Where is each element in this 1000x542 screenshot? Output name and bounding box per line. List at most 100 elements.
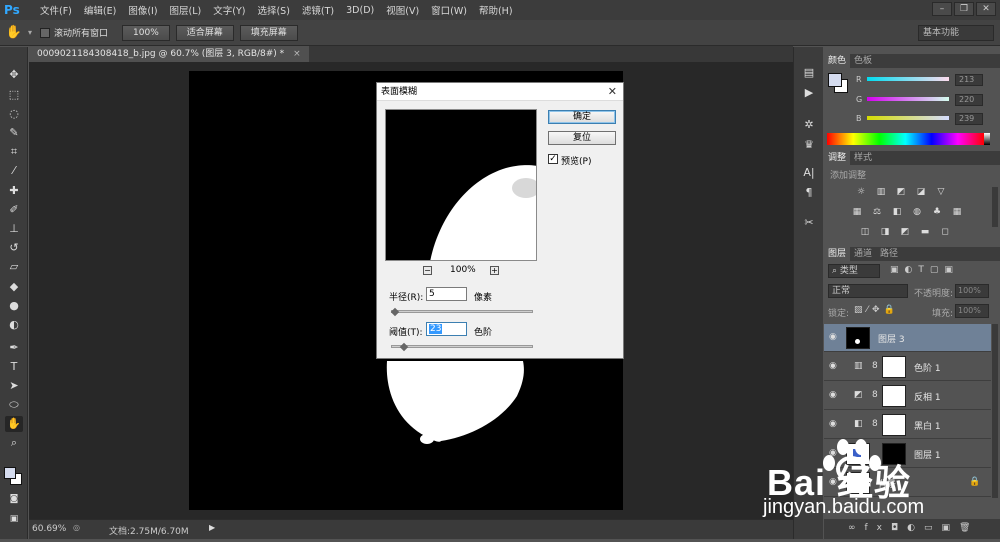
eye-icon[interactable]: ◉ (829, 361, 839, 371)
b-value[interactable]: 239 (955, 113, 983, 125)
blend-mode-select[interactable]: 正常 (828, 284, 908, 298)
threshold-icon[interactable]: ◩ (898, 226, 912, 238)
close-icon[interactable]: ✕ (608, 85, 617, 98)
lock-icons[interactable]: ▨⁄✥🔒 (854, 305, 899, 315)
paint-bucket-tool-icon[interactable]: ◆ (5, 279, 23, 295)
color-spectrum[interactable] (827, 133, 984, 145)
gradient-map-icon[interactable]: ▬ (918, 226, 932, 238)
move-tool-icon[interactable]: ✥ (5, 67, 23, 83)
tool-preset-arrow-icon[interactable]: ▾ (28, 28, 32, 37)
quick-select-tool-icon[interactable]: ✎ (5, 125, 23, 141)
foreground-color-swatch[interactable] (4, 467, 16, 479)
exposure-icon[interactable]: ◪ (914, 186, 928, 198)
eyedropper-tool-icon[interactable]: ⁄ (5, 163, 23, 179)
tab-color[interactable]: 颜色 (824, 54, 851, 68)
history-brush-tool-icon[interactable]: ↺ (5, 240, 23, 256)
g-slider[interactable] (867, 97, 949, 101)
clone-source-panel-icon[interactable]: ♛ (800, 137, 818, 153)
ok-button[interactable]: 确定 (548, 110, 616, 124)
blur-tool-icon[interactable]: ● (5, 298, 23, 314)
crop-tool-icon[interactable]: ⌗ (5, 144, 23, 160)
adjust-panel-scrollbar[interactable] (992, 187, 998, 227)
fill-screen-button[interactable]: 填充屏幕 (239, 24, 298, 41)
color-bw-ramp[interactable] (984, 133, 990, 145)
preview-zoom-in-icon[interactable]: + (490, 266, 499, 275)
reset-button[interactable]: 复位 (548, 131, 616, 145)
threshold-slider[interactable] (391, 345, 533, 348)
minimize-icon[interactable]: – (932, 2, 952, 16)
menu-view[interactable]: 视图(V) (380, 3, 425, 17)
lasso-tool-icon[interactable]: ◌ (5, 106, 23, 122)
path-select-tool-icon[interactable]: ➤ (5, 378, 23, 394)
radius-slider[interactable] (391, 310, 533, 313)
restore-icon[interactable]: ❐ (954, 2, 974, 16)
tab-styles[interactable]: 样式 (850, 151, 876, 165)
marquee-tool-icon[interactable]: ⬚ (5, 87, 23, 103)
zoom-100-button[interactable]: 100% (122, 24, 170, 41)
scroll-all-checkbox[interactable] (40, 27, 51, 38)
layer-row-3[interactable]: ◉ 图层 3 (824, 324, 991, 352)
brush-panel-icon[interactable]: ✲ (800, 117, 818, 133)
brush-tool-icon[interactable]: ✐ (5, 202, 23, 218)
fit-screen-button[interactable]: 适合屏幕 (175, 24, 234, 41)
menu-window[interactable]: 窗口(W) (425, 3, 473, 17)
photo-filter-icon[interactable]: ◍ (910, 206, 924, 218)
menu-image[interactable]: 图像(I) (122, 3, 163, 17)
hand-tool-button-icon[interactable]: ✋ (5, 416, 23, 432)
tab-adjustments[interactable]: 调整 (824, 151, 851, 165)
layer-row-levels[interactable]: ◉ ▥ 8 色阶 1 (824, 353, 991, 381)
eye-icon[interactable]: ◉ (829, 390, 839, 400)
screen-mode-icon[interactable]: ▣ (5, 511, 23, 527)
brightness-icon[interactable]: ☼ (854, 186, 868, 198)
zoom-readout[interactable]: 60.69% (32, 524, 66, 534)
color-fg-swatch[interactable] (828, 73, 842, 87)
eye-icon[interactable]: ◉ (829, 332, 839, 342)
filter-preview[interactable] (385, 109, 537, 261)
eye-icon[interactable]: ◉ (829, 419, 839, 429)
opacity-input[interactable]: 100% (955, 284, 989, 298)
workspace-select[interactable]: 基本功能 (918, 25, 994, 41)
pen-tool-icon[interactable]: ✒ (5, 340, 23, 356)
channel-mixer-icon[interactable]: ♣ (930, 206, 944, 218)
tab-channels[interactable]: 通道 (850, 247, 876, 261)
preview-zoom-out-icon[interactable]: − (423, 266, 432, 275)
levels-icon[interactable]: ▥ (874, 186, 888, 198)
actions-panel-icon[interactable]: ▶ (800, 85, 818, 101)
layer-filter-select[interactable]: ⌕ 类型 (828, 264, 880, 278)
type-tool-icon[interactable]: T (5, 359, 23, 375)
r-slider[interactable] (867, 77, 949, 81)
document-tab[interactable]: 0009021184308418_b.jpg @ 60.7% (图层 3, RG… (29, 46, 309, 62)
b-slider[interactable] (867, 116, 949, 120)
selective-color-icon[interactable]: ◻ (938, 226, 952, 238)
r-value[interactable]: 213 (955, 74, 983, 86)
stamp-tool-icon[interactable]: ⊥ (5, 221, 23, 237)
quick-mask-icon[interactable]: ◙ (5, 491, 23, 507)
black-white-icon[interactable]: ◧ (890, 206, 904, 218)
menu-select[interactable]: 选择(S) (251, 3, 295, 17)
zoom-tool-icon[interactable]: ⌕ (5, 435, 23, 451)
posterize-icon[interactable]: ◨ (878, 226, 892, 238)
shape-tool-icon[interactable]: ⬭ (5, 397, 23, 413)
status-menu-arrow-icon[interactable]: ▶ (209, 523, 215, 532)
vibrance-icon[interactable]: ▽ (934, 186, 948, 198)
hue-saturation-icon[interactable]: ▦ (850, 206, 864, 218)
menu-filter[interactable]: 滤镜(T) (296, 3, 340, 17)
history-panel-icon[interactable]: ▤ (800, 65, 818, 81)
menu-help[interactable]: 帮助(H) (473, 3, 519, 17)
tab-layers[interactable]: 图层 (824, 247, 851, 261)
paragraph-panel-icon[interactable]: ¶ (800, 185, 818, 201)
radius-input[interactable]: 5 (426, 287, 467, 301)
tool-presets-panel-icon[interactable]: ✂ (800, 215, 818, 231)
eraser-tool-icon[interactable]: ▱ (5, 259, 23, 275)
status-info-icon[interactable]: ◎ (73, 523, 80, 532)
tab-paths[interactable]: 路径 (876, 247, 902, 261)
close-icon[interactable]: ✕ (976, 2, 996, 16)
close-tab-icon[interactable]: × (293, 49, 301, 59)
preview-checkbox[interactable]: ✓ (548, 154, 558, 164)
character-panel-icon[interactable]: A| (800, 165, 818, 181)
tab-swatches[interactable]: 色板 (850, 54, 876, 68)
g-value[interactable]: 220 (955, 94, 983, 106)
menu-layer[interactable]: 图层(L) (164, 3, 208, 17)
fill-input[interactable]: 100% (955, 304, 989, 318)
curves-icon[interactable]: ◩ (894, 186, 908, 198)
